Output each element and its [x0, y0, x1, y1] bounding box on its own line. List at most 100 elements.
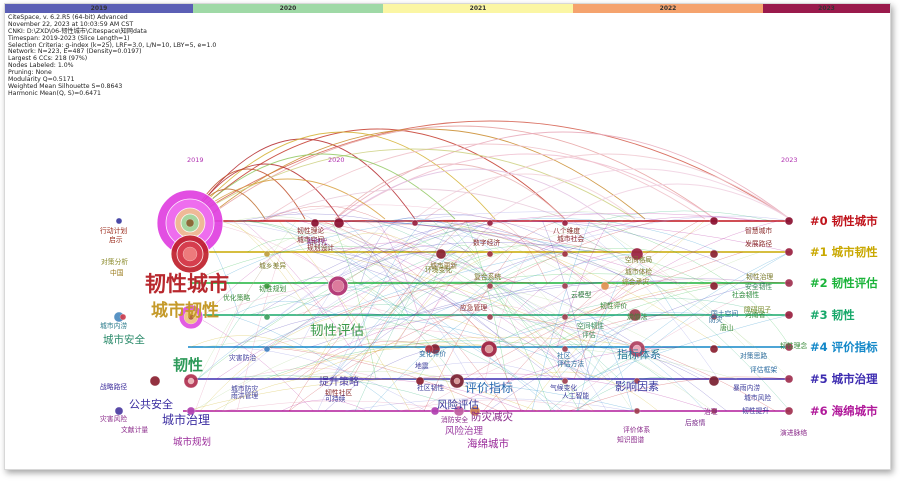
cluster-label-5[interactable]: #5 城市治理: [810, 371, 878, 387]
keyword-label-small: 启示: [109, 235, 123, 244]
keyword-node[interactable]: [263, 250, 271, 258]
edge: [411, 281, 688, 316]
cluster-label-6[interactable]: #6 海绵城市: [810, 403, 878, 419]
keyword-node[interactable]: [784, 216, 794, 226]
keyword-label-small: 城市体检: [625, 267, 652, 276]
cluster-label-3[interactable]: #3 韧性: [810, 307, 855, 323]
cluster-label-2[interactable]: #2 韧性评估: [810, 275, 878, 291]
keyword-label-small: 韧性评价: [600, 301, 627, 310]
keyword-label-small: 治理: [704, 407, 718, 416]
keyword-label-small: 对策思路: [740, 351, 767, 360]
edge: [331, 220, 487, 380]
edge: [596, 210, 772, 222]
keyword-node[interactable]: [182, 246, 198, 262]
keyword-label-small: 气候变化: [550, 383, 577, 392]
keyword-label-small: 应急管理: [460, 303, 487, 312]
cluster-label-4[interactable]: #4 评价指标: [810, 339, 878, 355]
keyword-label: 城市安全: [103, 333, 145, 346]
info-line: Harmonic Mean(Q, S)=0.6471: [8, 89, 101, 97]
keyword-node[interactable]: [263, 345, 271, 353]
keyword-node[interactable]: [561, 219, 569, 227]
keyword-node[interactable]: [411, 219, 419, 227]
keyword-label: 提升策略: [319, 375, 359, 388]
keyword-node[interactable]: [115, 217, 123, 225]
keyword-node[interactable]: [486, 282, 494, 290]
keyword-label: 城市规划: [173, 436, 211, 448]
keyword-label-small: 安全韧性: [745, 282, 772, 291]
keyword-node[interactable]: [561, 282, 569, 290]
keyword-node[interactable]: [708, 375, 720, 387]
keyword-label-small: 城市风险: [744, 393, 771, 402]
keyword-node[interactable]: [486, 250, 494, 258]
keyword-label: 指标体系: [617, 347, 661, 361]
arc-link: [189, 153, 456, 220]
keyword-node[interactable]: [453, 377, 461, 385]
keyword-node[interactable]: [486, 219, 494, 227]
keyword-label: 影响因素: [615, 380, 659, 393]
keyword-node[interactable]: [114, 406, 124, 416]
keyword-label-small: 评价体系: [623, 425, 650, 434]
keyword-label: 海绵城市: [467, 437, 509, 450]
keyword-node[interactable]: [187, 377, 195, 385]
arc-link: [264, 188, 566, 220]
keyword-label-small: 数字经济: [473, 238, 500, 247]
keyword-label-small: 规划设计: [307, 243, 334, 252]
edge: [400, 399, 593, 412]
keyword-label-small: 智慧城市: [745, 226, 772, 235]
keyword-label-small: 城乡差异: [259, 261, 286, 270]
keyword-label: 风险治理: [445, 425, 484, 437]
keyword-node[interactable]: [709, 344, 719, 354]
keyword-label-small: 评估方法: [557, 359, 584, 368]
keyword-node[interactable]: [149, 375, 161, 387]
keyword-label-small: 城市内涝: [100, 321, 127, 330]
cluster-label-0[interactable]: #0 韧性城市: [810, 213, 878, 229]
keyword-node[interactable]: [333, 217, 345, 229]
keyword-label-small: 八个维度: [553, 226, 580, 235]
keyword-label-small: 城市社会: [557, 234, 584, 243]
keyword-node[interactable]: [633, 407, 641, 415]
keyword-node[interactable]: [709, 249, 719, 259]
keyword-node[interactable]: [784, 278, 794, 288]
keyword-node[interactable]: [486, 313, 494, 321]
edge: [483, 220, 699, 412]
keyword-label-small: 文献计量: [121, 425, 148, 434]
keyword-label-small: 社区韧性: [417, 383, 444, 392]
keyword-label: 风险评估: [437, 398, 479, 411]
keyword-node[interactable]: [484, 344, 494, 354]
keyword-node[interactable]: [185, 218, 195, 228]
keyword-label-small: 人工智能: [562, 391, 589, 400]
keyword-label: 韧性城市: [145, 271, 229, 296]
keyword-label-small: 社区: [557, 351, 571, 360]
keyword-label: 防灾减灾: [471, 410, 513, 423]
keyword-node[interactable]: [784, 247, 794, 257]
arc-link: [204, 128, 646, 220]
edge: [185, 378, 443, 412]
arc-link: [189, 138, 416, 220]
keyword-label: 公共安全: [129, 397, 173, 411]
keyword-label: 城市治理: [162, 412, 210, 427]
keyword-node[interactable]: [709, 281, 719, 291]
keyword-node[interactable]: [561, 250, 569, 258]
keyword-node[interactable]: [119, 313, 127, 321]
keyword-label-small: 空间韧性: [577, 321, 604, 330]
keyword-node[interactable]: [709, 216, 719, 226]
keyword-node[interactable]: [561, 313, 569, 321]
year-mark-2020: 2020: [328, 156, 345, 164]
keyword-node[interactable]: [784, 374, 794, 384]
keyword-node[interactable]: [784, 406, 794, 416]
keyword-label-small: 韧性治理: [746, 272, 773, 281]
keyword-label-small: 暴雨内涝: [733, 383, 760, 392]
keyword-node[interactable]: [263, 313, 271, 321]
keyword-node[interactable]: [310, 218, 320, 228]
network-summary-info: CiteSpace, v. 6.2.R5 (64-bit) Advanced No…: [8, 14, 216, 98]
keyword-label-small: 河南省: [745, 310, 766, 319]
keyword-node[interactable]: [784, 310, 794, 320]
keyword-node[interactable]: [331, 279, 345, 293]
arc-link: [334, 131, 791, 220]
keyword-node[interactable]: [600, 281, 610, 291]
keyword-label-small: 战略路径: [100, 382, 127, 391]
edge: [341, 242, 449, 253]
cluster-label-1[interactable]: #1 城市韧性: [810, 244, 878, 260]
keyword-node[interactable]: [435, 248, 447, 260]
keyword-label-small: 中国: [110, 268, 124, 277]
